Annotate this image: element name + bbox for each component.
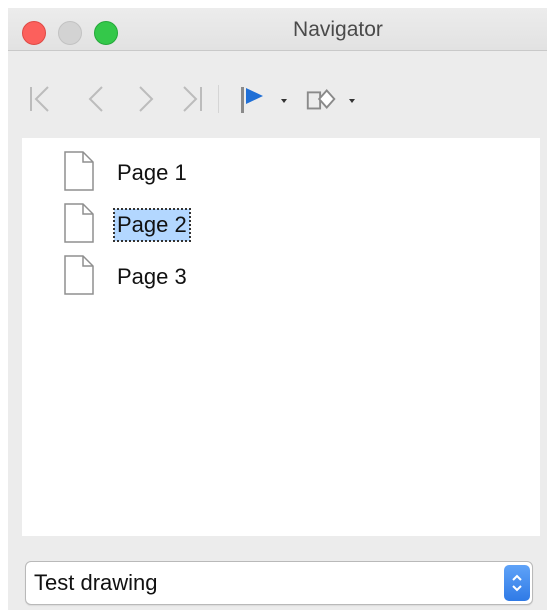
last-page-icon [183, 86, 202, 112]
window-title: Navigator [293, 18, 383, 41]
tree-item-label: Page 3 [117, 264, 187, 289]
first-page-icon [30, 86, 49, 112]
navigator-tree-panel: Page 1 Page 2 Page 3 [22, 138, 540, 536]
select-stepper-icon[interactable] [504, 565, 530, 601]
shapes-dropdown-icon[interactable] [348, 97, 356, 105]
toolbar-separator [218, 85, 219, 113]
flag-icon [241, 87, 263, 113]
previous-page-button[interactable] [78, 81, 114, 117]
page-icon [64, 255, 94, 295]
tree-item-page-3[interactable]: Page 3 [62, 252, 362, 300]
page-icon [64, 203, 94, 243]
navigator-window: Navigator Page 1 Page 2 Page 3 Test draw… [8, 8, 547, 610]
next-page-button[interactable] [128, 81, 164, 117]
first-page-button[interactable] [22, 81, 58, 117]
tree-item-label: Page 1 [117, 160, 187, 185]
shapes-button[interactable] [304, 81, 340, 117]
shapes-icon [306, 89, 336, 110]
tree-item-page-1[interactable]: Page 1 [62, 148, 362, 196]
next-page-icon [139, 86, 154, 112]
document-select[interactable]: Test drawing [25, 561, 533, 605]
drag-mode-button[interactable] [234, 81, 270, 117]
title-bar: Navigator [8, 8, 547, 51]
drag-mode-dropdown-icon[interactable] [280, 97, 288, 105]
navigator-toolbar [8, 51, 547, 133]
tree-item-label: Page 2 [113, 208, 191, 242]
previous-page-icon [88, 86, 103, 112]
tree-item-page-2[interactable]: Page 2 [62, 200, 362, 248]
document-select-value: Test drawing [34, 570, 158, 595]
page-icon [64, 151, 94, 191]
last-page-button[interactable] [174, 81, 210, 117]
